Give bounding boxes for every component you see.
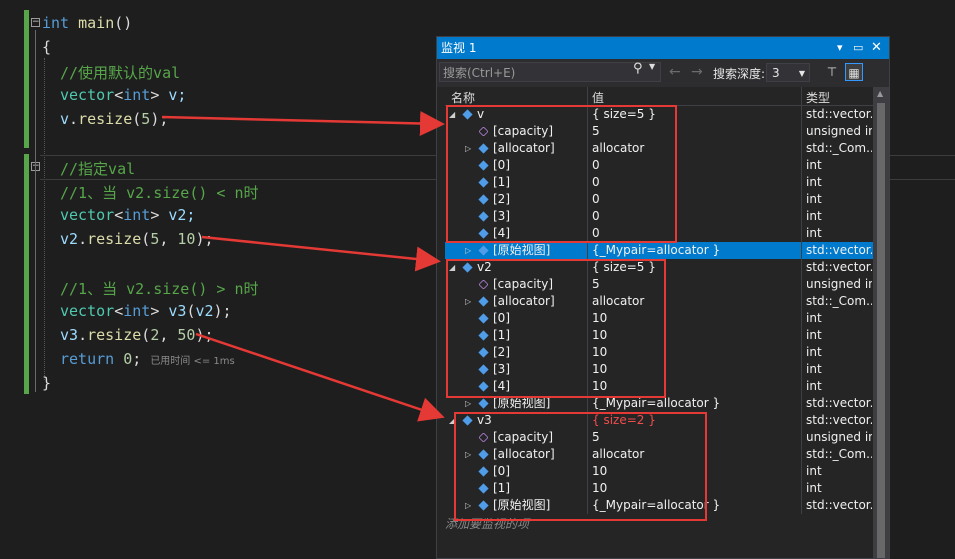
- arrow-v: [161, 111, 445, 136]
- annotation-arrows: [161, 111, 445, 422]
- arrow-v3: [195, 332, 445, 422]
- arrow-v2: [201, 235, 441, 272]
